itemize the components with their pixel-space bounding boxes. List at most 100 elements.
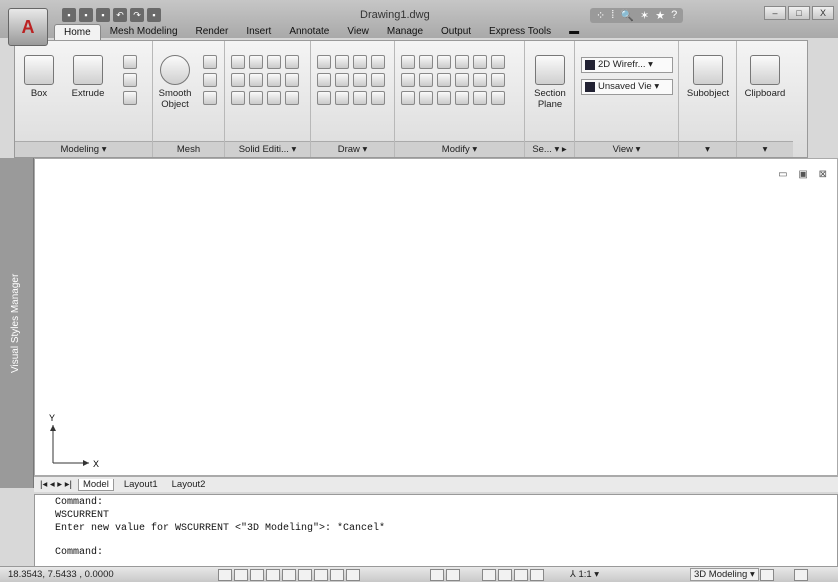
boundary-icon[interactable] bbox=[371, 91, 385, 105]
ducs-icon[interactable] bbox=[346, 569, 360, 581]
workspace-switch[interactable]: 3D Modeling ▾ bbox=[690, 568, 759, 581]
save-icon[interactable]: ▪ bbox=[96, 8, 110, 22]
3d-move-icon[interactable] bbox=[437, 55, 451, 69]
imprint-icon[interactable] bbox=[267, 55, 281, 69]
rectangle-icon[interactable] bbox=[335, 91, 349, 105]
plot-icon[interactable]: ▪ bbox=[147, 8, 161, 22]
panel-title-modeling[interactable]: Modeling ▾ bbox=[15, 141, 152, 157]
thicken-icon[interactable] bbox=[249, 91, 263, 105]
3d-rotate-icon[interactable] bbox=[419, 55, 433, 69]
redo-icon[interactable]: ↷ bbox=[130, 8, 144, 22]
panel-title-clipboard[interactable]: ▾ bbox=[737, 141, 793, 157]
steering-wheel-icon[interactable] bbox=[514, 569, 528, 581]
drawing-viewport[interactable]: ▭ ▣ ⊠ Y X bbox=[34, 158, 838, 476]
clean-screen-icon[interactable] bbox=[794, 569, 808, 581]
subobject-button[interactable]: Subobject bbox=[681, 55, 735, 99]
layout-icon[interactable] bbox=[446, 569, 460, 581]
tab-view[interactable]: View bbox=[338, 24, 378, 40]
erase-icon[interactable] bbox=[455, 91, 469, 105]
undo-icon[interactable]: ↶ bbox=[113, 8, 127, 22]
open-icon[interactable]: ▪ bbox=[79, 8, 93, 22]
tab-layout1[interactable]: Layout1 bbox=[120, 479, 162, 490]
panel-title-mesh[interactable]: Mesh bbox=[153, 141, 224, 157]
panel-title-subobject[interactable]: ▾ bbox=[679, 141, 736, 157]
communication-icon[interactable]: ✶ bbox=[640, 9, 649, 22]
zoom-icon[interactable] bbox=[498, 569, 512, 581]
tab-express-tools[interactable]: Express Tools bbox=[480, 24, 560, 40]
copy-icon[interactable] bbox=[455, 55, 469, 69]
box-button[interactable]: Box bbox=[19, 55, 59, 99]
ortho-icon[interactable] bbox=[266, 569, 280, 581]
lock-icon[interactable] bbox=[760, 569, 774, 581]
minimize-button[interactable]: – bbox=[764, 6, 786, 20]
new-icon[interactable]: ▪ bbox=[62, 8, 76, 22]
close-button[interactable]: X bbox=[812, 6, 834, 20]
shell-icon[interactable] bbox=[285, 73, 299, 87]
ucs-icon[interactable] bbox=[123, 91, 137, 105]
line-icon[interactable] bbox=[335, 73, 349, 87]
polysolid-icon[interactable] bbox=[123, 55, 137, 69]
extrude-faces-icon[interactable] bbox=[267, 73, 281, 87]
region-icon[interactable] bbox=[371, 73, 385, 87]
find-icon[interactable]: 🔍 bbox=[620, 9, 634, 22]
union-icon[interactable] bbox=[231, 55, 245, 69]
help-icon[interactable]: ? bbox=[671, 9, 677, 22]
pan-icon[interactable] bbox=[482, 569, 496, 581]
osnap-icon[interactable] bbox=[298, 569, 312, 581]
presspull-icon[interactable] bbox=[123, 73, 137, 87]
break-icon[interactable] bbox=[491, 55, 505, 69]
panel-title-solid-editing[interactable]: Solid Editi... ▾ bbox=[225, 141, 310, 157]
panel-title-draw[interactable]: Draw ▾ bbox=[311, 141, 394, 157]
layout-nav-buttons[interactable]: |◂ ◂ ▸ ▸| bbox=[40, 479, 72, 490]
scale-icon[interactable] bbox=[401, 55, 415, 69]
tab-annotate[interactable]: Annotate bbox=[280, 24, 338, 40]
circle-icon[interactable] bbox=[353, 73, 367, 87]
subtract-icon[interactable] bbox=[231, 73, 245, 87]
tab-insert[interactable]: Insert bbox=[237, 24, 280, 40]
tab-model[interactable]: Model bbox=[77, 478, 114, 491]
model-space-icon[interactable] bbox=[430, 569, 444, 581]
grid-icon[interactable] bbox=[250, 569, 264, 581]
explode-icon[interactable] bbox=[473, 91, 487, 105]
viewport-controls[interactable]: ▭ ▣ ⊠ bbox=[778, 169, 831, 180]
array-icon[interactable] bbox=[401, 91, 415, 105]
helix-icon[interactable] bbox=[335, 55, 349, 69]
stretch-icon[interactable] bbox=[437, 91, 451, 105]
extrude-button[interactable]: Extrude bbox=[65, 55, 111, 99]
arc-icon[interactable] bbox=[353, 55, 367, 69]
visual-style-dropdown[interactable]: 2D Wirefr... ▾ bbox=[581, 57, 673, 73]
snap-icon[interactable] bbox=[234, 569, 248, 581]
panel-title-section[interactable]: Se... ▾ ▸ bbox=[525, 141, 574, 157]
3d-osnap-icon[interactable] bbox=[314, 569, 328, 581]
rotate-icon[interactable] bbox=[437, 73, 451, 87]
polygon-icon[interactable] bbox=[317, 91, 331, 105]
hatch-icon[interactable] bbox=[371, 55, 385, 69]
command-prompt-input[interactable]: Command: bbox=[55, 547, 103, 558]
tab-output[interactable]: Output bbox=[432, 24, 480, 40]
tab-render[interactable]: Render bbox=[187, 24, 238, 40]
slice-icon[interactable] bbox=[249, 73, 263, 87]
spline-icon[interactable] bbox=[317, 55, 331, 69]
separate-icon[interactable] bbox=[285, 55, 299, 69]
align-icon[interactable] bbox=[419, 91, 433, 105]
coordinate-readout[interactable]: 18.3543, 7.5433 , 0.0000 bbox=[8, 569, 114, 580]
application-menu-button[interactable]: A bbox=[8, 8, 48, 46]
join-icon[interactable] bbox=[491, 73, 505, 87]
clipboard-button[interactable]: Clipboard bbox=[739, 55, 791, 99]
mirror-icon[interactable] bbox=[401, 73, 415, 87]
ellipse-icon[interactable] bbox=[353, 91, 367, 105]
annotation-scale[interactable]: ⅄ 1:1 ▾ bbox=[570, 569, 599, 580]
tab-home[interactable]: Home bbox=[54, 24, 101, 40]
section-plane-button[interactable]: Section Plane bbox=[527, 55, 573, 110]
ribbon-minimize-icon[interactable]: ▬ bbox=[560, 24, 588, 40]
lengthen-icon[interactable] bbox=[491, 91, 505, 105]
panel-title-modify[interactable]: Modify ▾ bbox=[395, 141, 524, 157]
visual-styles-palette[interactable]: Visual Styles Manager bbox=[0, 158, 34, 488]
3d-array-icon[interactable] bbox=[419, 73, 433, 87]
fillet-icon[interactable] bbox=[473, 73, 487, 87]
refine-mesh-icon[interactable] bbox=[203, 91, 217, 105]
tab-manage[interactable]: Manage bbox=[378, 24, 432, 40]
otrack-icon[interactable] bbox=[330, 569, 344, 581]
smooth-less-icon[interactable] bbox=[203, 73, 217, 87]
options-icon[interactable]: ⁞ bbox=[611, 9, 614, 22]
